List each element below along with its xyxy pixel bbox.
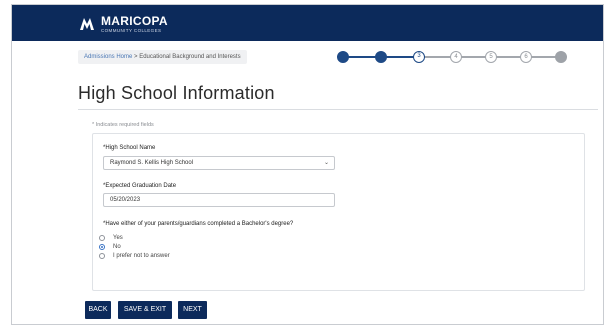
page-title: High School Information: [78, 83, 275, 103]
graduation-date-label: *Expected Graduation Date: [103, 183, 177, 189]
radio-prefer-not[interactable]: [99, 253, 105, 259]
parents-degree-question: *Have either of your parents/guardians c…: [103, 221, 294, 227]
high-school-value: Raymond S. Kellis High School: [110, 160, 194, 166]
breadcrumb: Admissions Home > Educational Background…: [78, 50, 247, 64]
chevron-down-icon: ⌄: [323, 160, 329, 166]
step-4: 4: [450, 51, 462, 63]
radio-no[interactable]: [99, 244, 105, 250]
radio-yes-label: Yes: [113, 235, 123, 241]
application-window: MARICOPA COMMUNITY COLLEGES Admissions H…: [11, 4, 604, 325]
radio-no-label: No: [113, 244, 121, 250]
radio-option-no[interactable]: No: [99, 244, 121, 250]
step-3: 3: [413, 51, 425, 63]
top-bar: MARICOPA COMMUNITY COLLEGES: [12, 5, 603, 41]
radio-option-yes[interactable]: Yes: [99, 235, 123, 241]
radio-option-prefer-not[interactable]: I prefer not to answer: [99, 253, 170, 259]
radio-prefer-not-label: I prefer not to answer: [113, 253, 170, 259]
save-exit-button[interactable]: SAVE & EXIT: [118, 301, 172, 319]
back-button[interactable]: BACK: [85, 301, 111, 319]
logo-name: MARICOPA: [101, 13, 168, 28]
graduation-date-input[interactable]: 05/20/2023: [103, 193, 335, 207]
step-1: [337, 51, 349, 63]
high-school-label: *High School Name: [103, 145, 156, 151]
required-fields-note: * Indicates required fields: [92, 122, 154, 128]
step-5: 5: [485, 51, 497, 63]
step-6: 6: [520, 51, 532, 63]
form-card: *High School Name Raymond S. Kellis High…: [92, 133, 585, 291]
maricopa-logo-icon: [80, 18, 94, 30]
next-button[interactable]: NEXT: [178, 301, 207, 319]
high-school-select[interactable]: Raymond S. Kellis High School ⌄: [103, 156, 335, 170]
breadcrumb-home-link[interactable]: Admissions Home: [84, 54, 132, 60]
step-7: [555, 51, 567, 63]
logo-subtitle: COMMUNITY COLLEGES: [101, 27, 162, 33]
radio-yes[interactable]: [99, 235, 105, 241]
step-2: [375, 51, 387, 63]
maricopa-logo[interactable]: MARICOPA COMMUNITY COLLEGES: [78, 14, 168, 34]
breadcrumb-current: Educational Background and Interests: [139, 54, 241, 60]
graduation-date-value: 05/20/2023: [110, 197, 141, 203]
progress-stepper: 3 4 5 6: [337, 49, 567, 65]
title-divider: [78, 109, 598, 110]
